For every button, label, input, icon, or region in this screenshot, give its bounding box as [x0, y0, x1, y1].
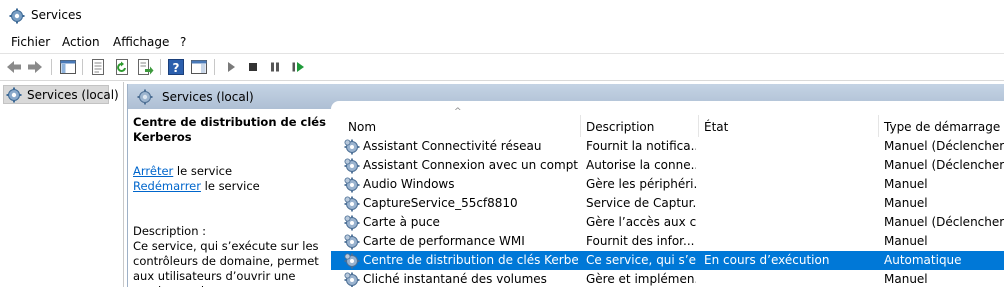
service-startup-type: Manuel (Déclencher... [884, 158, 1004, 172]
details-pane: Services (local) Centre de distribution … [127, 84, 1004, 287]
service-name: Assistant Connectivité réseau [363, 139, 542, 153]
toolbar-separator [82, 59, 83, 75]
service-row[interactable]: Cliché instantané des volumes Gère et imp… [331, 270, 1004, 287]
description-label: Description : [133, 224, 207, 238]
restart-service-link[interactable]: Redémarrer [133, 179, 201, 193]
service-gear-icon [344, 177, 360, 193]
column-header-name[interactable]: Nom [343, 115, 581, 137]
services-gear-icon [6, 87, 22, 103]
tree-item-services-local[interactable]: Services (local) [3, 85, 119, 104]
export-list-icon[interactable] [136, 58, 154, 76]
service-name: Assistant Connexion avec un compte ... [363, 158, 578, 172]
service-startup-type: Automatique [884, 253, 962, 267]
menu-help[interactable]: ? [180, 35, 186, 49]
service-row[interactable]: Carte à puce Gère l’accès aux c... Manuel … [331, 213, 1004, 232]
title-bar: Services [0, 0, 1004, 31]
service-row[interactable]: CaptureService_55cf8810 Service de Captur… [331, 194, 1004, 213]
toolbar: ? [0, 53, 1004, 81]
stop-service-icon[interactable] [244, 58, 262, 76]
service-row[interactable]: Centre de distribution de clés Kerberos C… [331, 251, 1004, 270]
column-header-startup-type[interactable]: Type de démarrage [879, 115, 1004, 137]
menu-fichier[interactable]: Fichier [11, 35, 50, 49]
help-icon[interactable]: ? [167, 58, 185, 76]
service-name: CaptureService_55cf8810 [363, 196, 518, 210]
service-row[interactable]: Assistant Connectivité réseau Fournit la … [331, 137, 1004, 156]
service-name: Carte de performance WMI [363, 234, 525, 248]
pane-header-label: Services (local) [162, 90, 254, 104]
service-state: En cours d’exécution [704, 253, 830, 267]
service-startup-type: Manuel [884, 234, 928, 248]
selected-service-title: Centre de distribution de clés Kerberos [133, 115, 326, 144]
properties-icon[interactable] [89, 58, 107, 76]
service-name: Carte à puce [363, 215, 440, 229]
service-name: Cliché instantané des volumes [363, 272, 547, 286]
service-description-panel: Centre de distribution de clés Kerberos … [133, 115, 333, 287]
service-startup-type: Manuel (Déclencher... [884, 139, 1004, 153]
back-icon[interactable] [5, 58, 23, 76]
column-header-description[interactable]: Description [581, 115, 699, 137]
forward-icon[interactable] [26, 58, 44, 76]
window-title: Services [31, 8, 82, 22]
service-gear-icon [344, 253, 360, 269]
stop-service-suffix: le service [173, 164, 233, 178]
service-description: Gère les périphéri... [586, 177, 696, 191]
service-gear-icon [344, 272, 360, 287]
resume-service-icon[interactable] [289, 58, 307, 76]
toolbar-separator [160, 59, 161, 75]
service-description: Gère l’accès aux c... [586, 215, 696, 229]
tree-item-label: Services (local) [27, 88, 119, 102]
service-gear-icon [344, 196, 360, 212]
menu-action[interactable]: Action [62, 35, 100, 49]
service-name: Audio Windows [363, 177, 455, 191]
description-text: Ce service, qui s’exécute sur les contrô… [133, 239, 319, 287]
service-gear-icon [344, 215, 360, 231]
service-row[interactable]: Assistant Connexion avec un compte ... Au… [331, 156, 1004, 175]
service-gear-icon [344, 158, 360, 174]
service-description: Fournit des infor... [586, 234, 695, 248]
pause-service-icon[interactable] [266, 58, 284, 76]
toolbar-separator [51, 59, 52, 75]
service-startup-type: Manuel [884, 272, 928, 286]
toolbar-separator [214, 59, 215, 75]
service-description: Gère et implémen... [586, 272, 696, 286]
service-description: Ce service, qui s’e... [586, 253, 696, 267]
service-description: Fournit la notifica... [586, 139, 696, 153]
menu-affichage[interactable]: Affichage [113, 35, 169, 49]
service-name: Centre de distribution de clés Kerberos [363, 253, 578, 267]
start-service-icon[interactable] [222, 58, 240, 76]
restart-service-suffix: le service [200, 179, 260, 193]
svg-text:?: ? [173, 61, 180, 75]
service-gear-icon [344, 234, 360, 250]
show-hide-tree-icon[interactable] [59, 58, 77, 76]
service-description: Autorise la conne... [586, 158, 696, 172]
services-gear-icon [9, 8, 25, 24]
stop-service-link[interactable]: Arrêter [133, 164, 173, 178]
refresh-icon[interactable] [113, 58, 131, 76]
services-list: ^ Nom Description État Type de démarrage… [331, 101, 1004, 287]
services-gear-icon [137, 89, 153, 105]
service-row[interactable]: Carte de performance WMI Fournit des info… [331, 232, 1004, 251]
service-startup-type: Manuel [884, 177, 928, 191]
show-hide-action-pane-icon[interactable] [190, 58, 208, 76]
service-description: Service de Captur... [586, 196, 696, 210]
service-startup-type: Manuel [884, 196, 928, 210]
service-startup-type: Manuel (Déclencher... [884, 215, 1004, 229]
service-row[interactable]: Audio Windows Gère les périphéri... Manuel [331, 175, 1004, 194]
service-actions: Arrêter le service Redémarrer le service [133, 164, 260, 194]
menu-bar: Fichier Action Affichage ? [0, 31, 1004, 53]
column-header-state[interactable]: État [699, 115, 879, 137]
service-gear-icon [344, 139, 360, 155]
console-tree: Services (local) [0, 82, 124, 287]
